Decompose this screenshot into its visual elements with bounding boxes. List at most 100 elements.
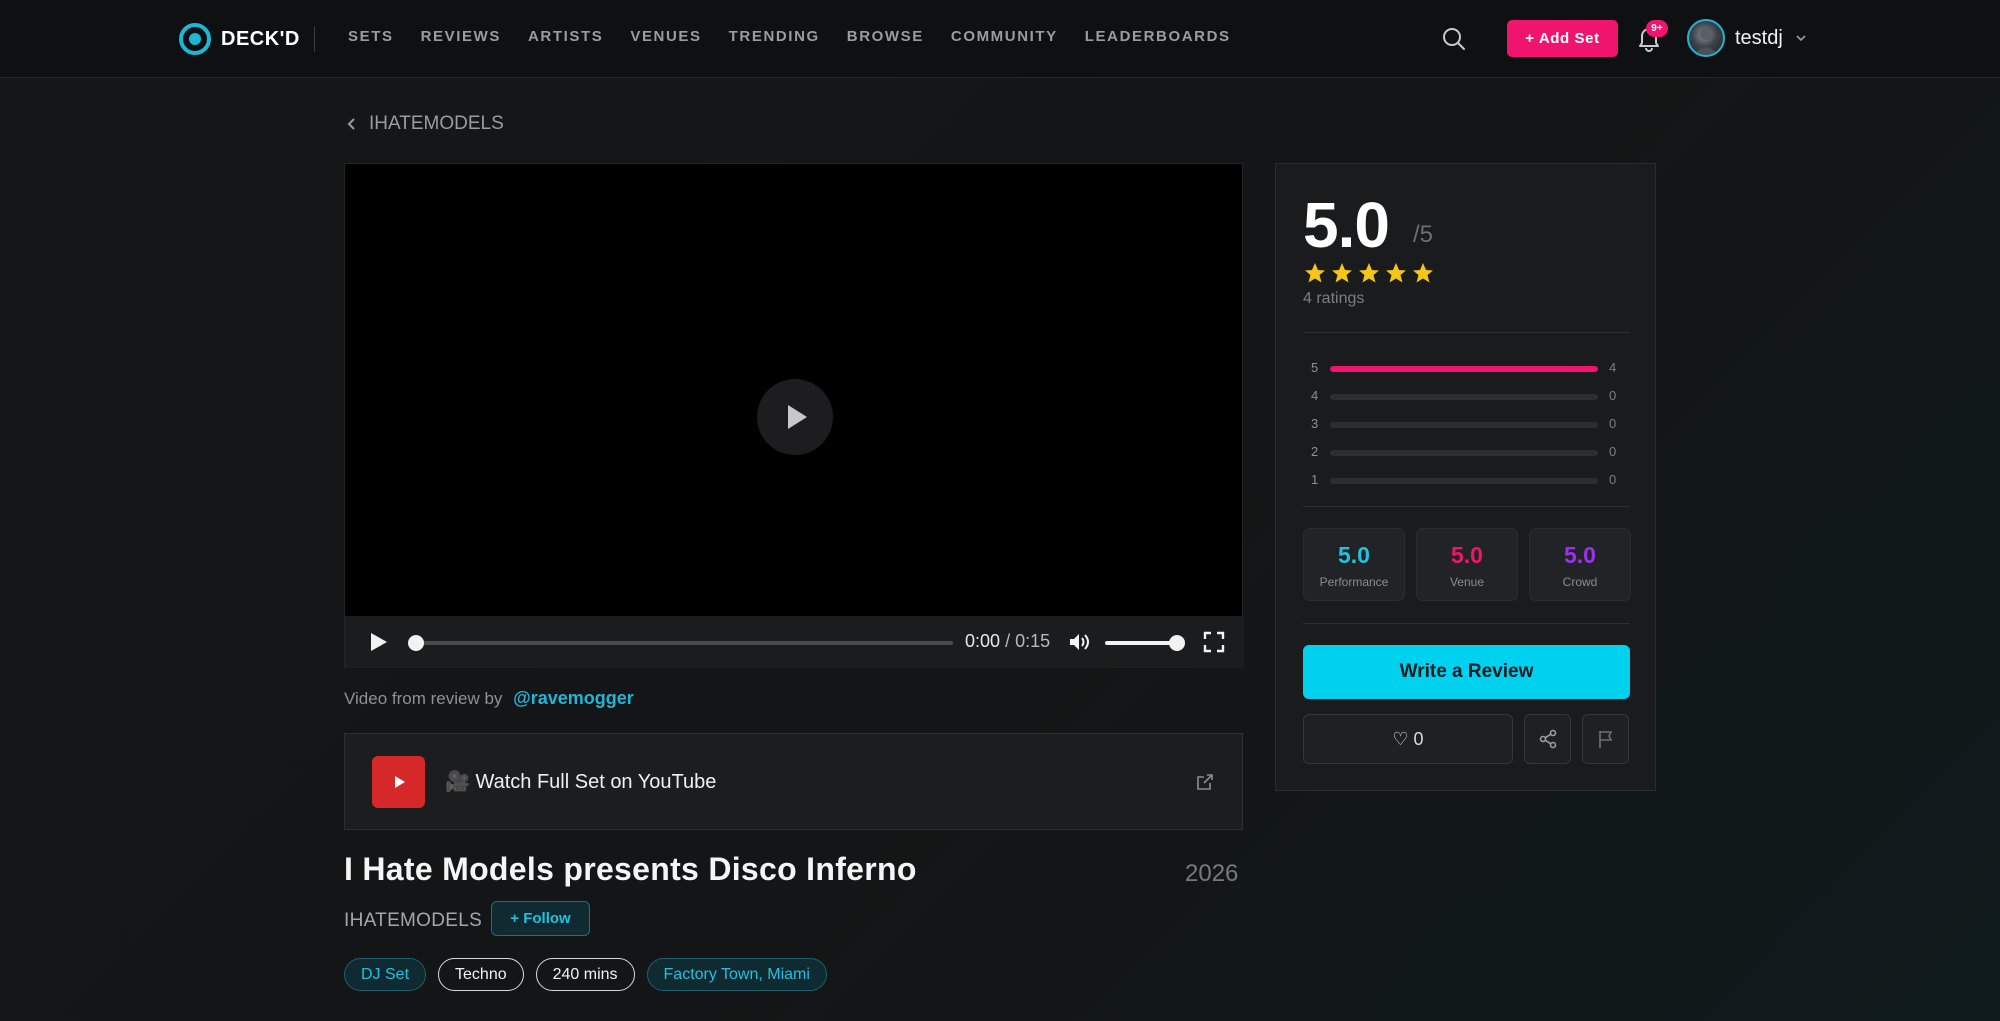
volume-knob[interactable] xyxy=(1169,635,1185,651)
volume-icon[interactable] xyxy=(1067,630,1091,654)
video-source-prefix: Video from review by xyxy=(344,689,503,708)
chevron-left-icon xyxy=(347,118,355,130)
nav-artists[interactable]: ARTISTS xyxy=(528,28,603,45)
play-icon[interactable] xyxy=(367,631,389,653)
subscore-label: Crowd xyxy=(1562,575,1598,589)
set-year: 2026 xyxy=(1185,860,1239,887)
notification-badge: 9+ xyxy=(1646,20,1668,37)
add-set-button[interactable]: + Add Set xyxy=(1507,20,1618,57)
distribution-bar xyxy=(1330,422,1598,428)
main-nav: SETS REVIEWS ARTISTS VENUES TRENDING BRO… xyxy=(348,28,1258,45)
nav-trending[interactable]: TRENDING xyxy=(729,28,820,45)
fullscreen-icon[interactable] xyxy=(1203,631,1225,653)
share-button[interactable] xyxy=(1524,714,1571,764)
video-controls: 0:00 / 0:15 xyxy=(345,616,1244,668)
distribution-row-1: 1 0 xyxy=(1303,467,1630,495)
star-rating xyxy=(1303,261,1435,285)
distribution-bar-fill xyxy=(1330,366,1598,372)
external-link-icon xyxy=(1195,772,1215,792)
distribution-level: 5 xyxy=(1311,360,1319,375)
star-icon xyxy=(1332,263,1352,283)
artist-link[interactable]: IHATEMODELS xyxy=(344,910,482,932)
deckd-logo[interactable]: DECK'D xyxy=(179,22,300,56)
breadcrumb[interactable]: IHATEMODELS xyxy=(345,113,504,135)
distribution-level: 1 xyxy=(1311,472,1319,487)
subscore-cards: 5.0 Performance 5.0 Venue 5.0 Crowd xyxy=(1303,528,1631,601)
username[interactable]: testdj xyxy=(1735,27,1783,50)
subscore-performance: 5.0 Performance xyxy=(1303,528,1405,601)
video-progress-bar[interactable] xyxy=(415,641,953,645)
distribution-level: 3 xyxy=(1311,416,1319,431)
distribution-level: 4 xyxy=(1311,388,1319,403)
divider xyxy=(1303,623,1630,624)
star-icon xyxy=(1413,263,1433,283)
subscore-label: Venue xyxy=(1449,575,1485,589)
distribution-row-4: 4 0 xyxy=(1303,383,1630,411)
distribution-count: 0 xyxy=(1609,444,1617,459)
distribution-level: 2 xyxy=(1311,444,1319,459)
set-title: I Hate Models presents Disco Inferno xyxy=(344,851,917,887)
star-icon xyxy=(1386,263,1406,283)
big-play-button[interactable] xyxy=(757,379,833,455)
divider xyxy=(1303,332,1630,333)
rating-panel: 5.0 /5 4 ratings 5 4 4 0 3 0 2 0 1 0 5.0… xyxy=(1275,163,1656,791)
nav-venues[interactable]: VENUES xyxy=(630,28,701,45)
overall-score: 5.0 xyxy=(1303,189,1390,261)
distribution-count: 0 xyxy=(1609,416,1617,431)
subscore-value: 5.0 xyxy=(1564,542,1596,568)
distribution-row-3: 3 0 xyxy=(1303,411,1630,439)
tag-genre[interactable]: Techno xyxy=(438,958,524,991)
subscore-crowd: 5.0 Crowd xyxy=(1529,528,1631,601)
distribution-bar xyxy=(1330,394,1598,400)
volume-slider[interactable] xyxy=(1105,641,1177,645)
flag-icon xyxy=(1598,731,1612,748)
report-button[interactable] xyxy=(1582,714,1629,764)
subscore-value: 5.0 xyxy=(1338,542,1370,568)
youtube-icon xyxy=(372,756,425,808)
nav-leaderboards[interactable]: LEADERBOARDS xyxy=(1085,28,1231,45)
current-time: 0:00 xyxy=(965,631,1001,651)
video-progress-knob[interactable] xyxy=(408,635,424,651)
star-icon xyxy=(1359,263,1379,283)
breadcrumb-artist-link[interactable]: IHATEMODELS xyxy=(369,113,504,135)
share-icon xyxy=(1539,729,1556,749)
top-navigation-bar: DECK'D SETS REVIEWS ARTISTS VENUES TREND… xyxy=(0,0,2000,78)
distribution-count: 4 xyxy=(1609,360,1617,375)
distribution-count: 0 xyxy=(1609,472,1617,487)
subscore-venue: 5.0 Venue xyxy=(1416,528,1518,601)
rating-distribution: 5 4 4 0 3 0 2 0 1 0 xyxy=(1303,355,1630,495)
chevron-down-icon[interactable] xyxy=(1794,31,1808,45)
logo-text: DECK'D xyxy=(221,27,300,50)
tag-venue[interactable]: Factory Town, Miami xyxy=(646,958,827,991)
follow-button[interactable]: + Follow xyxy=(491,901,590,936)
search-icon[interactable] xyxy=(1440,25,1468,53)
logo-mark-icon xyxy=(179,23,211,55)
nav-reviews[interactable]: REVIEWS xyxy=(421,28,501,45)
nav-community[interactable]: COMMUNITY xyxy=(951,28,1058,45)
youtube-link-card[interactable]: 🎥 Watch Full Set on YouTube xyxy=(344,733,1243,830)
video-player[interactable]: 0:00 / 0:15 xyxy=(344,163,1244,668)
youtube-link-label: 🎥 Watch Full Set on YouTube xyxy=(445,771,717,793)
set-tags: DJ Set Techno 240 mins Factory Town, Mia… xyxy=(344,958,827,991)
subscore-value: 5.0 xyxy=(1451,542,1483,568)
like-button[interactable]: ♡ 0 xyxy=(1303,714,1513,764)
distribution-bar xyxy=(1330,366,1598,372)
nav-browse[interactable]: BROWSE xyxy=(847,28,924,45)
video-time: 0:00 / 0:15 xyxy=(965,631,1050,652)
write-review-button[interactable]: Write a Review xyxy=(1303,645,1630,699)
distribution-row-5: 5 4 xyxy=(1303,355,1630,383)
distribution-row-2: 2 0 xyxy=(1303,439,1630,467)
nav-sets[interactable]: SETS xyxy=(348,28,394,45)
play-icon xyxy=(788,405,807,429)
distribution-bar xyxy=(1330,478,1598,484)
star-icon xyxy=(1305,263,1325,283)
ratings-count: 4 ratings xyxy=(1303,290,1365,307)
distribution-count: 0 xyxy=(1609,388,1617,403)
distribution-bar xyxy=(1330,450,1598,456)
avatar[interactable] xyxy=(1687,19,1725,57)
tag-set-type[interactable]: DJ Set xyxy=(344,958,427,991)
tag-duration: 240 mins xyxy=(535,958,635,991)
total-time: / 0:15 xyxy=(1005,631,1051,651)
reviewer-link[interactable]: @ravemogger xyxy=(513,688,634,708)
score-max: /5 xyxy=(1413,221,1434,248)
